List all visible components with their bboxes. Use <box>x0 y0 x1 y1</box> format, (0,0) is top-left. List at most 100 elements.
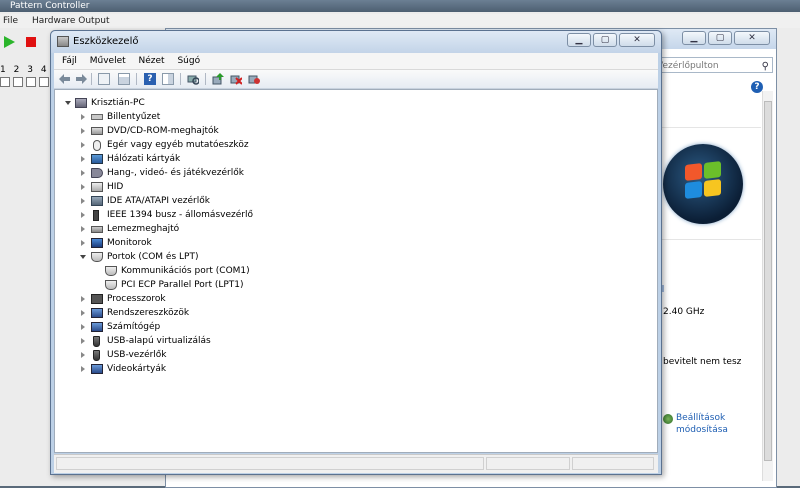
uninstall-device-icon[interactable] <box>248 73 260 85</box>
search-placeholder: Vezérlőpulton <box>657 61 719 71</box>
channel-cell[interactable] <box>13 77 23 87</box>
expand-icon[interactable] <box>81 142 85 148</box>
dvd-drive-icon <box>91 127 103 135</box>
menu-action[interactable]: Művelet <box>90 53 126 69</box>
system-window-scrollbar[interactable] <box>762 91 773 481</box>
expand-icon[interactable] <box>81 114 85 120</box>
display-adapter-icon <box>91 364 103 374</box>
tree-item-label: HID <box>107 182 124 192</box>
device-manager-window-controls: ▁ ▢ ✕ <box>567 33 655 47</box>
channel-3: 3 <box>27 65 33 75</box>
mouse-icon <box>93 140 101 151</box>
expand-icon[interactable] <box>81 352 85 358</box>
expand-icon[interactable] <box>81 156 85 162</box>
usb-icon <box>93 336 100 347</box>
menu-file[interactable]: File <box>3 16 18 26</box>
settings-shield-icon <box>663 414 673 424</box>
tree-item-label: Egér vagy egyéb mutatóeszköz <box>107 140 249 150</box>
port-icon <box>91 252 103 262</box>
expand-icon[interactable] <box>81 184 85 190</box>
expand-icon[interactable] <box>81 226 85 232</box>
ide-controller-icon <box>91 196 103 206</box>
channel-4: 4 <box>40 65 47 75</box>
expand-icon[interactable] <box>81 338 85 344</box>
menu-file[interactable]: Fájl <box>62 53 77 69</box>
play-icon[interactable] <box>4 36 15 48</box>
collapse-icon[interactable] <box>65 101 71 105</box>
system-device-icon <box>91 308 103 318</box>
menu-view[interactable]: Nézet <box>139 53 165 69</box>
channel-numbers: 1 2 3 4 <box>0 65 52 75</box>
show-hide-console-icon[interactable] <box>98 73 110 85</box>
disk-drive-icon <box>91 226 103 233</box>
expand-icon[interactable] <box>81 296 85 302</box>
processor-icon <box>91 294 103 304</box>
channel-1: 1 <box>0 65 6 75</box>
search-icon[interactable]: ⚲ <box>762 59 769 75</box>
expand-icon[interactable] <box>81 310 85 316</box>
stop-icon[interactable] <box>26 37 36 47</box>
processor-speed: 2.40 GHz <box>663 307 705 317</box>
close-button[interactable]: ✕ <box>734 31 770 45</box>
properties-icon[interactable] <box>118 73 130 85</box>
maximize-button[interactable]: ▢ <box>593 33 617 47</box>
expand-icon[interactable] <box>81 198 85 204</box>
menu-help[interactable]: Súgó <box>177 53 200 69</box>
tree-item-label: Videokártyák <box>107 364 167 374</box>
tree-item-label: Portok (COM és LPT) <box>107 252 199 262</box>
port-icon <box>105 280 117 290</box>
expand-icon[interactable] <box>81 366 85 372</box>
control-panel-search-input[interactable]: Vezérlőpulton ⚲ <box>653 57 773 73</box>
pattern-controller-menubar: File Hardware Output <box>0 14 800 28</box>
keyboard-icon <box>91 114 103 120</box>
update-driver-icon[interactable] <box>212 73 224 85</box>
channel-cells <box>0 77 52 90</box>
tree-item-label: Billentyűzet <box>107 112 161 122</box>
status-pane <box>572 457 654 470</box>
forward-arrow-icon[interactable] <box>75 73 87 85</box>
channel-2: 2 <box>13 65 20 75</box>
tree-item-label: Processzorok <box>107 294 166 304</box>
close-button[interactable]: ✕ <box>619 33 655 47</box>
change-settings-link[interactable]: Beállítások <box>676 413 725 423</box>
tree-item-label: DVD/CD-ROM-meghajtók <box>107 126 219 136</box>
system-window-controls: ▁ ▢ ✕ <box>682 31 770 45</box>
tree-root-label: Krisztián-PC <box>91 98 145 108</box>
expand-icon[interactable] <box>81 128 85 134</box>
minimize-button[interactable]: ▁ <box>682 31 706 45</box>
computer-icon <box>75 98 87 108</box>
device-tree: Krisztián-PC Billentyűzet DVD/CD-ROM-meg… <box>54 89 658 453</box>
ieee1394-icon <box>93 210 99 221</box>
action-pane-icon[interactable] <box>162 73 174 85</box>
tree-item-label: Számítógép <box>107 322 161 332</box>
scroll-thumb[interactable] <box>764 101 772 461</box>
channel-cell[interactable] <box>26 77 36 87</box>
maximize-button[interactable]: ▢ <box>708 31 732 45</box>
expand-icon[interactable] <box>81 212 85 218</box>
expand-icon[interactable] <box>81 240 85 246</box>
tree-item-label: USB-vezérlők <box>107 350 167 360</box>
port-icon <box>105 266 117 276</box>
minimize-button[interactable]: ▁ <box>567 33 591 47</box>
hid-icon <box>91 182 103 192</box>
pen-touch-info: bevitelt nem tesz <box>663 357 742 367</box>
tree-item-label: Lemezmeghajtó <box>107 224 180 234</box>
expand-icon[interactable] <box>81 324 85 330</box>
device-manager-window: Eszközkezelő ▁ ▢ ✕ Fájl Művelet Nézet Sú… <box>50 30 662 475</box>
channel-cell[interactable] <box>39 77 49 87</box>
divider <box>656 239 761 240</box>
status-pane <box>486 457 570 470</box>
change-settings-link-line2[interactable]: módosítása <box>676 425 728 435</box>
tree-item-label: Hálózati kártyák <box>107 154 181 164</box>
menu-hardware-output[interactable]: Hardware Output <box>32 16 110 26</box>
usb-icon <box>93 350 100 361</box>
collapse-icon[interactable] <box>80 255 86 259</box>
scan-hardware-icon[interactable] <box>187 73 200 85</box>
expand-icon[interactable] <box>81 170 85 176</box>
channel-cell[interactable] <box>0 77 10 87</box>
disable-device-icon[interactable] <box>230 73 243 85</box>
back-arrow-icon[interactable] <box>59 73 71 85</box>
help-icon[interactable]: ? <box>144 73 156 85</box>
computer-icon <box>91 322 103 332</box>
pattern-controller-title: Pattern Controller <box>0 0 800 12</box>
